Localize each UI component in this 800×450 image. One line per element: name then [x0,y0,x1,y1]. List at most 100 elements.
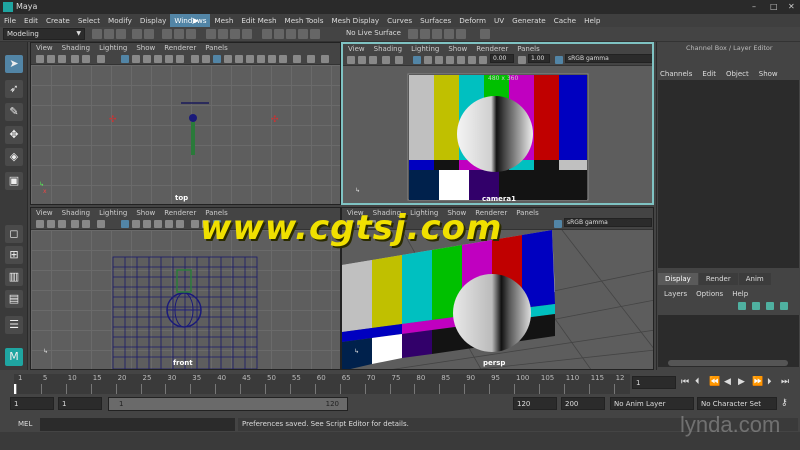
select-object-icon[interactable] [174,29,184,39]
menu-deform[interactable]: Deform [455,14,490,27]
color-management-icon[interactable] [554,220,562,228]
animation-start-field[interactable]: 1 [10,397,54,410]
save-scene-icon[interactable] [116,29,126,39]
menu-cache[interactable]: Cache [550,14,580,27]
vp-menu-panels[interactable]: Panels [512,44,544,54]
vp-menu-lighting[interactable]: Lighting [94,208,131,218]
grid-toggle-icon[interactable] [121,220,129,228]
menu-create[interactable]: Create [42,14,74,27]
playback-end-field[interactable]: 120 [513,397,557,410]
step-forward-key-button[interactable]: ⏩ [752,377,763,387]
vp-menu-show[interactable]: Show [443,44,471,54]
2d-pan-zoom-icon[interactable] [82,220,90,228]
menu-file[interactable]: File [0,14,20,27]
wireframe-icon[interactable] [191,55,199,63]
image-plane-icon[interactable] [382,56,390,64]
bookmark-icon[interactable] [58,220,66,228]
grease-pencil-icon[interactable] [395,56,403,64]
smooth-shade-icon[interactable] [202,55,210,63]
rotate-tool-button[interactable]: ◈ [5,148,23,166]
cb-menu-show[interactable]: Show [759,70,778,78]
select-uv-icon[interactable] [242,29,252,39]
film-gate-icon[interactable] [424,56,432,64]
resolution-gate-icon[interactable] [143,55,151,63]
snap-point-icon[interactable] [286,29,296,39]
color-management-icon[interactable] [555,56,563,64]
current-time-indicator[interactable] [14,384,16,394]
isolate-select-icon[interactable] [293,55,301,63]
cb-menu-channels[interactable]: Channels [660,70,692,78]
vp-menu-view[interactable]: View [31,43,57,53]
persp-outliner-layout-button[interactable]: ▥ [5,268,23,286]
gate-mask-icon[interactable] [154,55,162,63]
new-layer-selected-icon[interactable] [780,302,788,310]
vp-menu-show[interactable]: Show [131,208,159,218]
hypershade-icon[interactable] [480,29,490,39]
animation-end-field[interactable]: 200 [561,397,605,410]
vp-menu-renderer[interactable]: Renderer [159,208,200,218]
xray-active-icon[interactable] [321,55,329,63]
menu-surfaces[interactable]: Surfaces [416,14,455,27]
lasso-tool-button[interactable]: ➶ [5,80,23,98]
single-perspective-layout-button[interactable]: ◻ [5,225,23,243]
motion-blur-icon[interactable] [268,55,276,63]
wireframe-icon[interactable] [191,220,199,228]
image-plane-icon[interactable] [71,55,79,63]
camera-icon[interactable] [36,55,44,63]
layer-menu-options[interactable]: Options [696,290,723,298]
gamma-icon[interactable] [518,56,526,64]
menu-edit-mesh[interactable]: Edit Mesh [237,14,280,27]
view-transform-dropdown[interactable]: sRGB gamma [565,54,652,63]
select-hierarchy-icon[interactable] [162,29,172,39]
construction-history-icon[interactable] [408,29,418,39]
script-language-toggle[interactable]: MEL [18,420,32,428]
menu-uv[interactable]: UV [490,14,508,27]
field-chart-icon[interactable] [457,56,465,64]
menu-generate[interactable]: Generate [508,14,550,27]
current-frame-field[interactable]: 1 [632,376,676,389]
anti-aliasing-icon[interactable] [279,55,287,63]
exposure-icon[interactable] [479,56,487,64]
tab-display[interactable]: Display [658,273,698,285]
camera-attributes-icon[interactable] [47,55,55,63]
vp-menu-shading[interactable]: Shading [57,43,94,53]
select-component-icon[interactable] [186,29,196,39]
live-surface-label[interactable]: No Live Surface [346,29,401,37]
gate-mask-icon[interactable] [154,220,162,228]
menu-modify[interactable]: Modify [104,14,136,27]
use-all-lights-icon[interactable] [235,55,243,63]
snap-curve-icon[interactable] [274,29,284,39]
view-transform-dropdown[interactable]: sRGB gamma [564,218,652,227]
maximize-button[interactable]: □ [770,2,778,11]
persp-graph-layout-button[interactable]: ▤ [5,290,23,308]
select-tool-button[interactable]: ➤ [5,55,23,73]
vp-menu-shading[interactable]: Shading [57,208,94,218]
camera-attributes-icon[interactable] [47,220,55,228]
gamma-field[interactable]: 1.00 [528,54,550,63]
vp-menu-lighting[interactable]: Lighting [406,44,443,54]
maya-home-button[interactable]: M [5,348,23,366]
vp-menu-renderer[interactable]: Renderer [159,43,200,53]
render-current-icon[interactable] [432,29,442,39]
menu-mesh-display[interactable]: Mesh Display [327,14,383,27]
layer-menu-layers[interactable]: Layers [664,290,687,298]
scale-tool-button[interactable]: ▣ [5,172,23,190]
camera-icon[interactable] [347,56,355,64]
step-forward-button[interactable]: ⏵ [767,377,772,387]
film-gate-icon[interactable] [132,220,140,228]
go-to-start-button[interactable]: ⏮ [681,377,689,387]
xray-joints-icon[interactable] [307,55,315,63]
wireframe-on-shaded-icon[interactable] [213,55,221,63]
move-layer-down-icon[interactable] [752,302,760,310]
render-view-icon[interactable] [420,29,430,39]
xray-icon[interactable] [224,55,232,63]
redo-icon[interactable] [144,29,154,39]
bookmark-icon[interactable] [369,56,377,64]
outliner-layout-button[interactable]: ☰ [5,316,23,334]
render-settings-icon[interactable] [456,29,466,39]
step-back-key-button[interactable]: ⏪ [709,377,720,387]
open-scene-icon[interactable] [104,29,114,39]
resolution-gate-icon[interactable] [435,56,443,64]
vp-menu-panels[interactable]: Panels [200,43,232,53]
image-plane-icon[interactable] [71,220,79,228]
